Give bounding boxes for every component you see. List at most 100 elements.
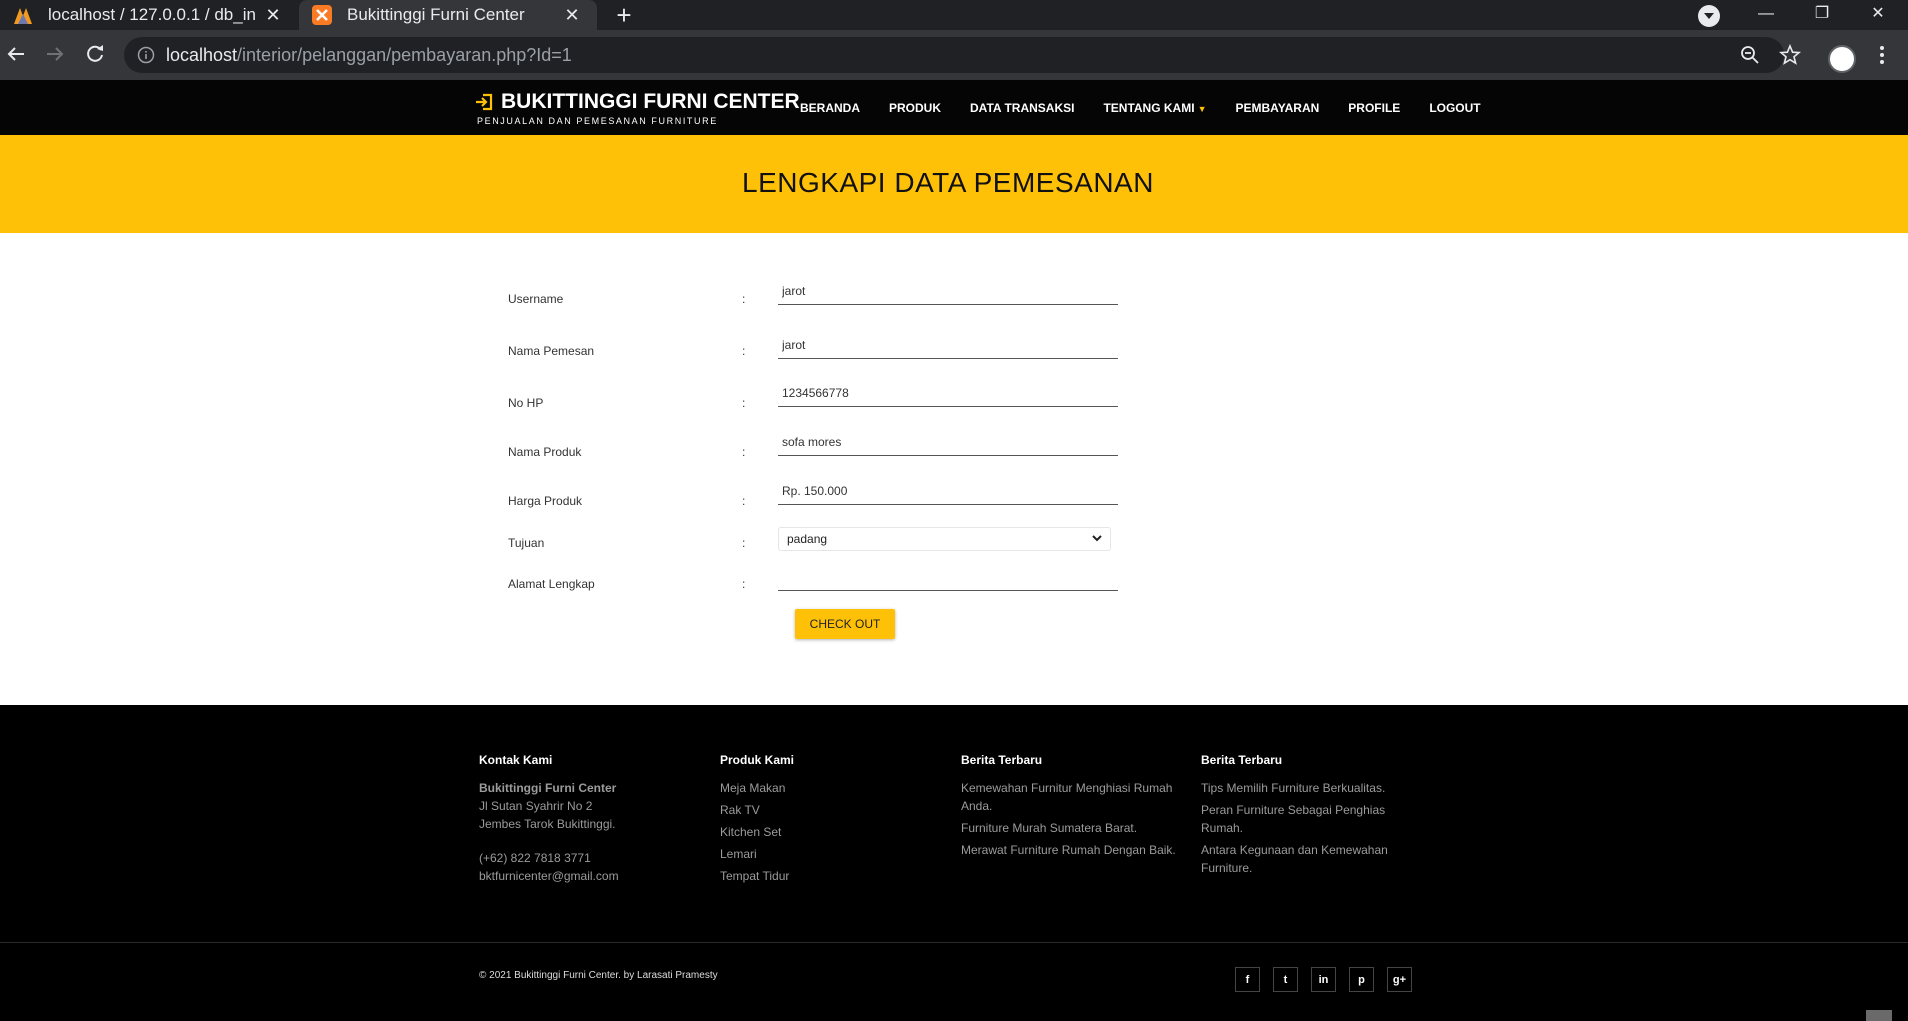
news-link[interactable]: Tips Memilih Furniture Berkualitas. <box>1201 779 1401 797</box>
twitter-icon[interactable]: t <box>1273 967 1298 992</box>
xampp-icon <box>312 5 332 25</box>
info-icon[interactable] <box>136 45 156 65</box>
colon: : <box>742 292 746 306</box>
tab-title: localhost / 127.0.0.1 / db_interior <box>48 5 256 24</box>
nama-pemesan-input[interactable] <box>778 338 1118 359</box>
tujuan-label: Tujuan <box>508 536 545 550</box>
bookmark-star-icon[interactable] <box>1778 43 1802 67</box>
harga-produk-input[interactable] <box>778 484 1118 505</box>
site-logo[interactable]: BUKITTINGGI FURNI CENTER PENJUALAN DAN P… <box>475 90 800 126</box>
copyright-text: © 2021 Bukittinggi Furni Center. by Lara… <box>479 970 718 981</box>
site-footer: Kontak Kami Bukittinggi Furni Center Jl … <box>0 705 1908 1021</box>
browser-toolbar: localhost/interior/pelanggan/pembayaran.… <box>0 30 1908 80</box>
footer-contact: Kontak Kami Bukittinggi Furni Center Jl … <box>479 753 699 885</box>
form-row-nama-produk: Nama Produk : <box>508 419 1120 459</box>
close-tab-icon[interactable]: ✕ <box>561 4 583 26</box>
news-link[interactable]: Kemewahan Furnitur Menghiasi Rumah Anda. <box>961 779 1181 815</box>
footer-news-1: Berita Terbaru Kemewahan Furnitur Menghi… <box>961 753 1181 863</box>
footer-news-heading: Berita Terbaru <box>1201 753 1283 767</box>
news-link[interactable]: Merawat Furniture Rumah Dengan Baik. <box>961 841 1181 859</box>
new-tab-button[interactable]: + <box>610 2 638 28</box>
address-bar[interactable]: localhost/interior/pelanggan/pembayaran.… <box>124 37 1784 73</box>
tab-search-button[interactable] <box>1698 5 1720 27</box>
no-hp-input[interactable] <box>778 386 1118 407</box>
alamat-lengkap-label: Alamat Lengkap <box>508 577 595 591</box>
colon: : <box>742 396 746 410</box>
site-header: BUKITTINGGI FURNI CENTER PENJUALAN DAN P… <box>0 80 1908 135</box>
browser-tab-furni-center[interactable]: Bukittinggi Furni Center ✕ <box>299 0 597 30</box>
phpmyadmin-icon <box>14 8 32 24</box>
menu-logout[interactable]: LOGOUT <box>1429 101 1480 115</box>
menu-tentang-kami-label: TENTANG KAMI <box>1103 100 1195 115</box>
footer-products-heading: Produk Kami <box>720 753 795 767</box>
browser-tab-bar: localhost / 127.0.0.1 / db_interior ✕ Bu… <box>0 0 1908 30</box>
harga-produk-label: Harga Produk <box>508 494 583 508</box>
address-line-1: Jl Sutan Syahrir No 2 <box>479 799 593 813</box>
caret-down-icon: ▼ <box>1197 103 1207 114</box>
nama-produk-input[interactable] <box>778 435 1118 456</box>
minimize-button[interactable]: — <box>1738 0 1794 30</box>
menu-dots-icon[interactable] <box>1870 43 1894 67</box>
product-link[interactable]: Lemari <box>720 845 940 863</box>
username-input[interactable] <box>778 284 1118 305</box>
arrow-left-icon <box>7 47 24 61</box>
footer-news-2: Berita Terbaru Tips Memilih Furniture Be… <box>1201 753 1401 881</box>
menu-produk[interactable]: PRODUK <box>889 101 941 115</box>
back-button[interactable] <box>3 42 29 68</box>
page-title: LENGKAPI DATA PEMESANAN <box>742 167 1154 198</box>
nama-produk-label: Nama Produk <box>508 445 582 459</box>
restore-button[interactable]: ❐ <box>1794 0 1850 30</box>
logo-subtitle: PENJUALAN DAN PEMESANAN FURNITURE <box>477 116 718 126</box>
news-link[interactable]: Antara Kegunaan dan Kemewahan Furniture. <box>1201 841 1401 877</box>
google-plus-icon[interactable]: g+ <box>1387 967 1412 992</box>
pinterest-icon[interactable]: p <box>1349 967 1374 992</box>
menu-tentang-kami[interactable]: TENTANG KAMI ▼ <box>1103 101 1206 115</box>
footer-products: Produk Kami Meja Makan Rak TV Kitchen Se… <box>720 753 940 889</box>
form-row-alamat-lengkap: Alamat Lengkap : <box>508 551 1120 591</box>
forward-button[interactable] <box>42 42 68 68</box>
alamat-lengkap-input[interactable] <box>778 571 1118 591</box>
colon: : <box>742 536 746 550</box>
facebook-icon[interactable]: f <box>1235 967 1260 992</box>
linkedin-icon[interactable]: in <box>1311 967 1336 992</box>
product-link[interactable]: Tempat Tidur <box>720 867 940 885</box>
product-link[interactable]: Rak TV <box>720 801 940 819</box>
news-link[interactable]: Peran Furniture Sebagai Penghias Rumah. <box>1201 801 1401 837</box>
tab-title: Bukittinggi Furni Center <box>347 5 525 24</box>
arrow-right-icon <box>47 47 64 61</box>
company-name: Bukittinggi Furni Center <box>479 781 617 795</box>
reload-button[interactable] <box>82 42 108 68</box>
form-row-username: Username : <box>508 266 1120 306</box>
main-menu: BERANDA PRODUK DATA TRANSAKSI TENTANG KA… <box>800 80 1510 135</box>
form-row-nama-pemesan: Nama Pemesan : <box>508 318 1120 359</box>
form-row-no-hp: No HP : <box>508 370 1120 410</box>
chevron-down-icon <box>1092 535 1102 542</box>
reload-icon <box>87 45 103 62</box>
tujuan-selected-value: padang <box>787 532 828 546</box>
product-link[interactable]: Kitchen Set <box>720 823 940 841</box>
no-hp-label: No HP <box>508 396 544 410</box>
nama-pemesan-label: Nama Pemesan <box>508 344 595 358</box>
menu-pembayaran[interactable]: PEMBAYARAN <box>1235 101 1319 115</box>
news-link[interactable]: Furniture Murah Sumatera Barat. <box>961 819 1181 837</box>
zoom-out-icon[interactable] <box>1738 43 1762 67</box>
menu-data-transaksi[interactable]: DATA TRANSAKSI <box>970 101 1074 115</box>
footer-news-heading: Berita Terbaru <box>961 753 1043 767</box>
email-address[interactable]: bktfurnicenter@gmail.com <box>479 867 699 885</box>
check-out-button[interactable]: CHECK OUT <box>795 609 895 639</box>
close-tab-icon[interactable]: ✕ <box>262 4 284 26</box>
menu-beranda[interactable]: BERANDA <box>800 101 860 115</box>
colon: : <box>742 445 746 459</box>
profile-avatar[interactable] <box>1828 45 1856 73</box>
product-link[interactable]: Meja Makan <box>720 779 940 797</box>
colon: : <box>742 344 746 358</box>
menu-profile[interactable]: PROFILE <box>1348 101 1400 115</box>
scroll-to-top-button[interactable] <box>1866 1010 1892 1021</box>
social-links: f t in p g+ <box>1235 967 1425 992</box>
close-window-button[interactable]: ✕ <box>1850 0 1906 30</box>
phone-number: (+62) 822 7818 3771 <box>479 851 591 865</box>
url-text: localhost/interior/pelanggan/pembayaran.… <box>166 45 572 65</box>
page-banner: LENGKAPI DATA PEMESANAN <box>0 135 1908 233</box>
tujuan-select[interactable]: padang <box>778 527 1111 551</box>
browser-tab-phpmyadmin[interactable]: localhost / 127.0.0.1 / db_interior ✕ <box>0 0 298 30</box>
